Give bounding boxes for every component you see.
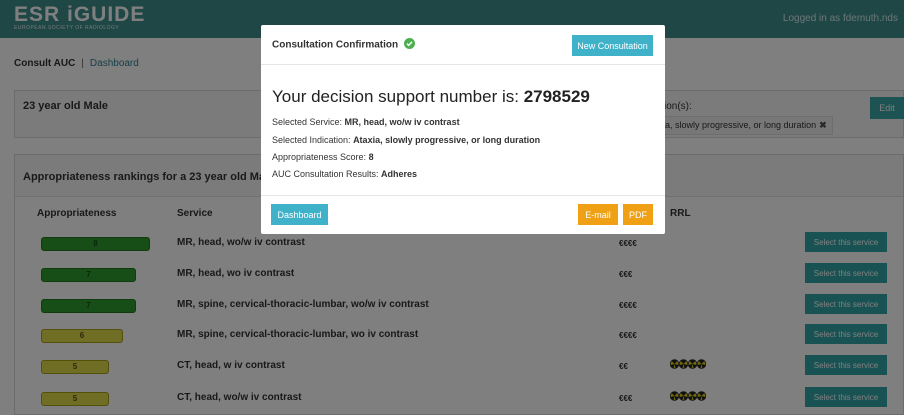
selected-service-label: Selected Service: [272, 117, 345, 127]
dashboard-button[interactable]: Dashboard [271, 204, 328, 225]
pdf-button[interactable]: PDF [623, 204, 653, 225]
email-button[interactable]: E-mail [578, 204, 618, 225]
selected-service-value: MR, head, wo/w iv contrast [344, 117, 460, 127]
decision-support-number: Your decision support number is: 2798529 [272, 87, 590, 107]
modal-footer: Dashboard E-mail PDF [261, 195, 665, 234]
decision-number: 2798529 [523, 87, 590, 106]
score-value: 8 [368, 152, 374, 162]
consultation-confirmation-modal: Consultation Confirmation New Consultati… [261, 25, 665, 234]
score-label: Appropriateness Score: [272, 152, 369, 162]
modal-title: Consultation Confirmation [272, 38, 415, 52]
result-value: Adheres [381, 169, 418, 179]
decision-prefix: Your decision support number is: [272, 87, 524, 106]
appropriateness-score: Appropriateness Score: 8 [272, 152, 374, 162]
modal-title-text: Consultation Confirmation [272, 39, 399, 51]
result-label: AUC Consultation Results: [272, 169, 382, 179]
selected-indication-value: Ataxia, slowly progressive, or long dura… [353, 135, 541, 145]
selected-service: Selected Service: MR, head, wo/w iv cont… [272, 117, 460, 127]
modal-header: Consultation Confirmation New Consultati… [261, 25, 665, 65]
check-circle-icon [403, 38, 415, 52]
auc-result: AUC Consultation Results: Adheres [272, 169, 417, 179]
new-consultation-button[interactable]: New Consultation [572, 35, 653, 56]
selected-indication-label: Selected Indication: [272, 135, 354, 145]
selected-indication: Selected Indication: Ataxia, slowly prog… [272, 135, 540, 145]
